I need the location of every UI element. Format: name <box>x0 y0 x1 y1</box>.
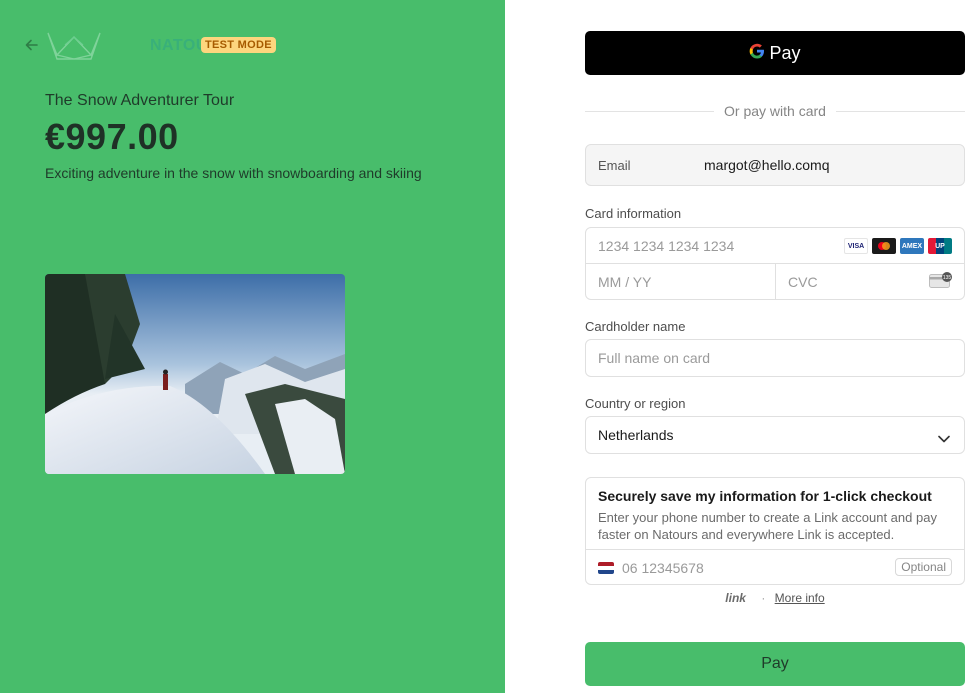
country-label: Country or region <box>585 396 686 411</box>
cardholder-name-input[interactable]: Full name on card <box>585 339 965 377</box>
phone-input[interactable]: 06 12345678 Optional <box>586 549 964 585</box>
natours-logo[interactable]: NATOURS <box>45 28 231 62</box>
email-value[interactable]: margot@hello.comq <box>704 157 830 173</box>
pay-button[interactable]: Pay <box>585 642 965 686</box>
card-brands: VISA AMEX UP <box>844 238 952 254</box>
product-image <box>45 274 345 474</box>
test-mode-badge: TEST MODE <box>201 37 276 53</box>
card-information-label: Card information <box>585 206 682 221</box>
product-name: The Snow Adventurer Tour <box>45 92 235 109</box>
more-info-link[interactable]: More info <box>775 591 825 605</box>
google-pay-button[interactable]: Pay <box>585 31 965 75</box>
phone-placeholder: 06 12345678 <box>622 559 704 576</box>
separator-dot: · <box>761 591 766 605</box>
back-arrow-icon[interactable] <box>23 36 41 54</box>
link-logo: link <box>725 591 746 605</box>
product-description: Exciting adventure in the snow with snow… <box>45 165 422 181</box>
divider-line <box>585 110 715 112</box>
country-value: Netherlands <box>598 427 674 443</box>
country-select[interactable]: Netherlands <box>585 416 965 454</box>
google-pay-label: Pay <box>769 42 801 63</box>
optional-badge: Optional <box>895 558 952 576</box>
product-price: €997.00 <box>45 116 179 157</box>
expiry-input[interactable]: MM / YY <box>586 264 776 300</box>
product-summary-panel: NATOURS TEST MODE The Snow Adventurer To… <box>0 0 505 693</box>
link-footer: link · More info <box>585 591 965 605</box>
unionpay-icon: UP <box>928 238 952 254</box>
cvc-badge-text: 135 <box>943 275 952 281</box>
or-pay-divider: Or pay with card <box>585 101 965 121</box>
divider-line <box>835 110 965 112</box>
crown-logo-icon <box>47 32 101 60</box>
chevron-down-icon <box>938 430 950 446</box>
netherlands-flag-icon <box>598 561 614 574</box>
link-description: Enter your phone number to create a Link… <box>598 510 937 542</box>
email-label: Email <box>598 157 631 173</box>
payment-panel: Pay Or pay with card Email margot@hello.… <box>505 0 978 693</box>
amex-icon: AMEX <box>900 238 924 254</box>
email-field[interactable]: Email margot@hello.comq <box>585 144 965 186</box>
google-g-icon <box>749 43 765 64</box>
visa-icon: VISA <box>844 238 868 254</box>
mastercard-icon <box>872 238 896 254</box>
cvc-card-icon: 135 <box>929 272 952 293</box>
cardholder-label: Cardholder name <box>585 319 686 334</box>
card-information-group: 1234 1234 1234 1234 VISA AMEX UP MM / YY… <box>585 227 965 300</box>
divider-text: Or pay with card <box>724 103 826 119</box>
link-title: Securely save my information for 1-click… <box>598 488 932 504</box>
link-save-section: Securely save my information for 1-click… <box>585 477 965 585</box>
